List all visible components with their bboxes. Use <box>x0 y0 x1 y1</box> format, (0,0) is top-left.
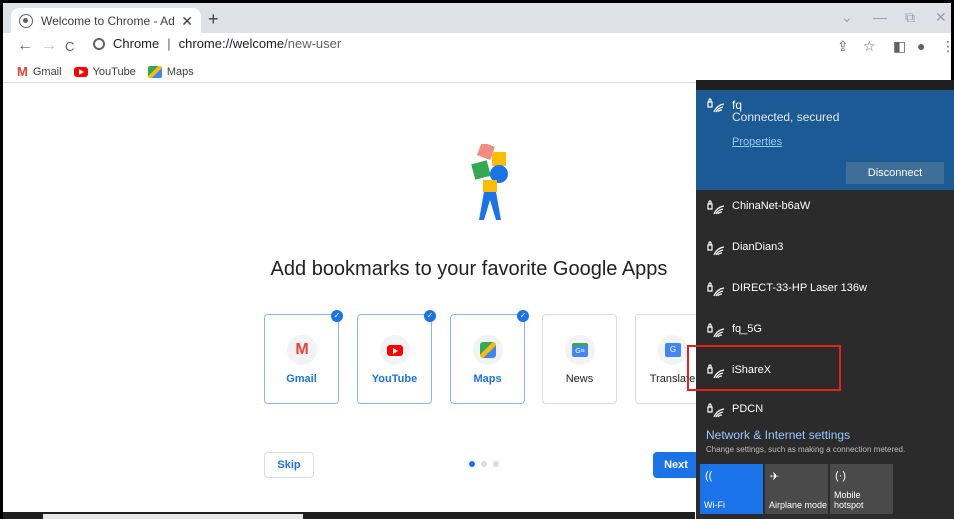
maps-icon <box>473 335 503 365</box>
network-settings-link[interactable]: Network & Internet settings <box>706 428 850 442</box>
chrome-site-icon <box>93 37 105 50</box>
step-indicator <box>469 461 499 467</box>
wifi-secured-icon <box>704 96 726 114</box>
network-name: DIRECT-33-HP Laser 136w <box>732 282 867 294</box>
bookmark-star-icon[interactable]: ☆ <box>863 38 876 55</box>
address-bar[interactable]: Chrome | chrome://welcome /new-user <box>93 36 341 51</box>
app-card-label: Maps <box>473 373 502 385</box>
app-card-label: YouTube <box>371 373 418 385</box>
app-card-news[interactable]: G≡ News <box>542 314 617 404</box>
reload-button[interactable]: C <box>65 39 74 54</box>
wifi-secured-icon <box>704 198 726 216</box>
wifi-toggle[interactable]: (( Wi-Fi <box>700 464 763 514</box>
menu-icon[interactable]: ⋮ <box>941 38 954 55</box>
properties-link[interactable]: Properties <box>732 136 782 148</box>
app-card-label: News <box>565 373 594 385</box>
airplane-mode-toggle[interactable]: ✈ Airplane mode <box>765 464 828 514</box>
chrome-favicon-icon <box>19 14 33 28</box>
network-name: PDCN <box>732 403 764 415</box>
close-window-button[interactable]: ✕ <box>935 9 947 26</box>
translate-icon: G <box>658 335 688 365</box>
next-button[interactable]: Next <box>653 452 699 478</box>
scrollbar-thumb[interactable] <box>43 514 303 519</box>
url-host: chrome://welcome <box>178 36 285 51</box>
profile-icon[interactable]: ● <box>917 38 925 54</box>
app-card-maps[interactable]: ✓ Maps <box>450 310 529 404</box>
address-separator: | <box>167 36 171 51</box>
site-origin: Chrome <box>113 36 160 51</box>
network-item[interactable]: ChinaNet-b6aW <box>696 188 954 228</box>
network-name: ChinaNet-b6aW <box>732 200 811 212</box>
tab-strip: Welcome to Chrome - Add book ✕ + ⌄ — ⧉ ✕ <box>3 3 951 34</box>
network-name: DianDian3 <box>732 241 784 253</box>
tab-welcome[interactable]: Welcome to Chrome - Add book ✕ <box>11 8 201 34</box>
bookmark-gmail[interactable]: M Gmail <box>17 64 62 79</box>
bookmark-label: Maps <box>166 65 194 78</box>
flyout-header <box>696 80 954 90</box>
highlight-annotation <box>687 345 841 391</box>
wifi-secured-icon <box>704 401 726 419</box>
minimize-button[interactable]: — <box>873 9 887 25</box>
wifi-secured-icon <box>704 280 726 298</box>
network-item[interactable]: PDCN <box>696 393 954 433</box>
forward-button[interactable]: → <box>41 37 57 55</box>
quick-action-label: Wi-Fi <box>704 500 725 510</box>
gmail-icon: M <box>17 64 28 79</box>
maps-icon <box>147 65 162 78</box>
tab-title: Welcome to Chrome - Add book <box>41 14 175 28</box>
bookmark-maps[interactable]: Maps <box>147 65 194 78</box>
back-button[interactable]: ← <box>17 37 33 55</box>
network-item[interactable]: DIRECT-33-HP Laser 136w <box>696 270 954 310</box>
quick-action-label: Mobile hotspot <box>834 490 864 510</box>
network-item[interactable]: DianDian3 <box>696 229 954 269</box>
check-icon: ✓ <box>424 310 436 322</box>
disconnect-button[interactable]: Disconnect <box>846 162 944 184</box>
side-panel-icon[interactable]: ◧ <box>893 38 906 55</box>
mobile-hotspot-toggle[interactable]: (·) Mobile hotspot <box>830 464 893 514</box>
url-path: /new-user <box>284 36 342 51</box>
youtube-icon <box>380 335 410 365</box>
horizontal-scrollbar[interactable] <box>3 512 695 519</box>
wifi-secured-icon <box>704 321 726 339</box>
wifi-icon: (( <box>705 470 713 482</box>
welcome-illustration-icon <box>471 144 508 220</box>
network-settings-description: Change settings, such as making a connec… <box>706 445 906 454</box>
toolbar: ← → C Chrome | chrome://welcome /new-use… <box>3 33 954 61</box>
wifi-flyout: fq Connected, secured Properties Disconn… <box>696 80 954 519</box>
new-tab-button[interactable]: + <box>208 9 219 30</box>
network-name: fq_5G <box>732 323 762 335</box>
check-icon: ✓ <box>517 310 529 322</box>
hotspot-icon: (·) <box>835 470 846 482</box>
bookmark-label: YouTube <box>92 65 136 78</box>
youtube-icon <box>73 66 88 77</box>
restore-button[interactable]: ⧉ <box>905 9 915 26</box>
check-icon: ✓ <box>331 310 343 322</box>
tab-search-icon[interactable]: ⌄ <box>841 9 853 26</box>
gmail-icon: M <box>287 335 317 365</box>
app-card-label: Gmail <box>286 373 317 385</box>
skip-button[interactable]: Skip <box>264 452 314 478</box>
connected-network[interactable]: fq Connected, secured Properties Disconn… <box>696 90 954 190</box>
step-dot <box>469 461 475 467</box>
app-card-gmail[interactable]: ✓ M Gmail <box>264 310 343 404</box>
step-dot <box>481 461 487 467</box>
step-dot <box>493 461 499 467</box>
news-icon: G≡ <box>565 335 595 365</box>
share-icon[interactable]: ⇪ <box>837 38 849 55</box>
quick-action-label: Airplane mode <box>769 500 828 510</box>
bookmark-youtube[interactable]: YouTube <box>73 65 136 78</box>
app-card-youtube[interactable]: ✓ YouTube <box>357 310 436 404</box>
connection-status: Connected, secured <box>732 110 840 124</box>
airplane-icon: ✈ <box>770 471 780 483</box>
bookmark-label: Gmail <box>32 65 62 78</box>
tab-close-icon[interactable]: ✕ <box>181 13 193 30</box>
wifi-secured-icon <box>704 239 726 257</box>
